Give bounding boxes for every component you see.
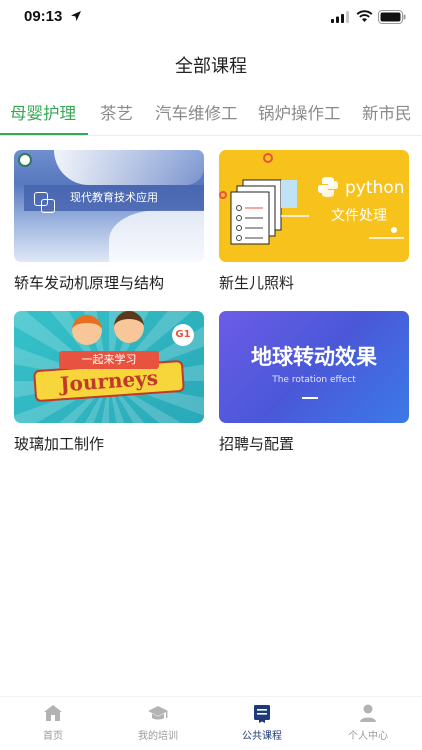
tab-guolu-caozuogong[interactable]: 锅炉操作工 — [258, 100, 341, 124]
nav-label: 个人中心 — [348, 731, 388, 742]
thumbnail-ribbon: 一起来学习 — [59, 351, 159, 369]
tab-qiche-weixiugong[interactable]: 汽车维修工 — [155, 100, 238, 124]
location-arrow-icon — [71, 11, 81, 21]
course-thumbnail[interactable]: G1 Journeys 一起来学习 — [14, 311, 204, 423]
course-thumbnail[interactable]: 地球转动效果 The rotation effect — [219, 311, 409, 423]
course-thumbnail[interactable]: python 文件处理 — [219, 150, 409, 262]
child-illustration-icon — [72, 315, 102, 345]
book-icon — [254, 705, 270, 723]
logo-badge-icon — [18, 153, 32, 167]
course-thumbnail[interactable]: 现代教育技术应用 — [14, 150, 204, 262]
person-icon — [360, 704, 376, 722]
course-card[interactable]: python 文件处理 新生儿照料 — [219, 150, 409, 293]
nav-my-training[interactable]: 我的培训 — [118, 703, 198, 742]
course-title[interactable]: 招聘与配置 — [219, 433, 409, 454]
thumbnail-subcaption: 文件处理 — [331, 208, 387, 224]
status-bar: 09:13 — [0, 0, 422, 36]
course-title[interactable]: 玻璃加工制作 — [14, 433, 204, 454]
grade-badge: G1 — [172, 324, 194, 346]
nav-label: 我的培训 — [138, 731, 178, 742]
nav-label: 公共课程 — [242, 731, 282, 742]
course-title[interactable]: 新生儿照料 — [219, 272, 409, 293]
course-card[interactable]: 地球转动效果 The rotation effect 招聘与配置 — [219, 311, 409, 454]
active-tab-indicator — [0, 133, 88, 135]
tab-xin-shimin[interactable]: 新市民 — [362, 100, 412, 124]
thumbnail-subcaption: The rotation effect — [272, 375, 356, 385]
tab-muying-huli[interactable]: 母婴护理 — [10, 100, 76, 124]
nav-home[interactable]: 首页 — [13, 703, 93, 742]
status-time: 09:13 — [24, 8, 63, 25]
square-icon — [41, 199, 55, 213]
cellular-signal-icon — [331, 11, 349, 23]
tab-chayi[interactable]: 茶艺 — [100, 100, 133, 124]
course-card[interactable]: G1 Journeys 一起来学习 玻璃加工制作 — [14, 311, 204, 454]
course-title[interactable]: 轿车发动机原理与结构 — [14, 272, 204, 293]
thumbnail-caption: 地球转动效果 — [251, 345, 377, 369]
wifi-icon — [356, 10, 373, 22]
graduation-cap-icon — [148, 706, 168, 720]
page-title: 全部课程 — [175, 56, 247, 77]
python-logo-icon — [318, 177, 338, 197]
thumbnail-caption: python — [345, 178, 405, 198]
battery-icon — [378, 10, 406, 24]
category-tabs: 母婴护理 茶艺 汽车维修工 锅炉操作工 新市民 — [0, 96, 422, 136]
divider — [302, 397, 318, 399]
course-card[interactable]: 现代教育技术应用 轿车发动机原理与结构 — [14, 150, 204, 293]
home-icon — [44, 705, 62, 721]
nav-label: 首页 — [43, 731, 63, 742]
nav-profile[interactable]: 个人中心 — [328, 703, 408, 742]
child-illustration-icon — [114, 311, 144, 343]
nav-public-courses[interactable]: 公共课程 — [222, 703, 302, 742]
bottom-nav: 首页 我的培训 公共课程 个人中心 — [0, 696, 422, 750]
